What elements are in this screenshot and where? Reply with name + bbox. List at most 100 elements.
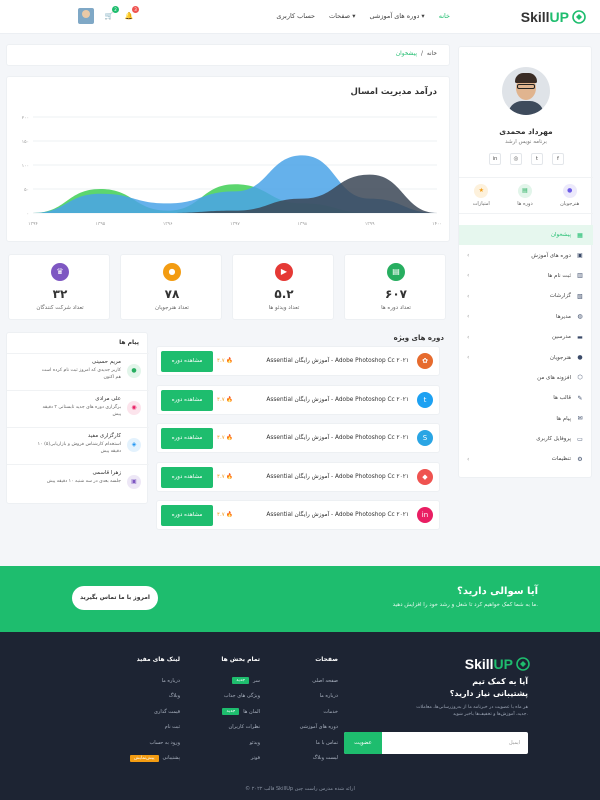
sidebar-item[interactable]: ◍ مدیرها ‹ <box>459 307 593 327</box>
facebook-icon[interactable]: f <box>552 153 564 165</box>
sidebar-item[interactable]: ⬡ افزونه های من <box>459 368 593 388</box>
stat-card: ● ۷۸ تعداد هنرجویان <box>120 254 222 320</box>
footer-link[interactable]: قیمت گذاری <box>130 704 180 720</box>
message-sender: کارگزاری مفید <box>87 433 121 439</box>
rating-value: ۴.۷ <box>217 396 225 403</box>
brand-logo[interactable]: SkillUP <box>521 9 586 25</box>
header-actions: 🛒 2 🔔 3 <box>78 6 139 24</box>
breadcrumb-home[interactable]: خانه <box>427 51 437 57</box>
sidebar-item[interactable]: ▭ پروفایل کاربری <box>459 429 593 449</box>
sidebar-item[interactable]: ⚙ تنظیمات ‹ <box>459 449 593 469</box>
sidebar-item[interactable]: ▧ گزارشات ‹ <box>459 286 593 306</box>
view-course-button[interactable]: مشاهده دوره <box>161 428 213 449</box>
footer-logo[interactable]: SkillUP <box>465 656 530 672</box>
message-item[interactable]: ● مریم حسینی کاربر جدیدی که امروز ثبت نام … <box>7 353 149 389</box>
sidebar-item[interactable]: ▦ پیشخوان <box>459 225 593 246</box>
footer-link[interactable]: خدمات <box>300 704 338 720</box>
footer-link[interactable]: المان ها جدید <box>221 704 260 720</box>
sidebar-item[interactable]: ▬ مدرسین ‹ <box>459 327 593 347</box>
footer-link-text: ویژگی های جذاب <box>223 693 260 700</box>
sidebar-item[interactable]: ▣ دوره های آموزش ‹ <box>459 245 593 265</box>
sidebar-item-icon: ⬡ <box>577 374 583 382</box>
course-row: ◆ Adobe Photoshop Cc ۲۰۲۱ - آموزش رایگان … <box>156 461 440 492</box>
footer-column: تمام بخش ها سر جدید ویژگی های جذاب المان ها ج… <box>221 656 260 766</box>
contact-us-button[interactable]: امروز با ما تماس بگیرید <box>72 586 158 610</box>
view-course-button[interactable]: مشاهده دوره <box>161 351 213 372</box>
footer-link[interactable]: دوره های آموزشی <box>300 720 338 736</box>
footer-link-text: دوره های آموزشی <box>299 724 338 731</box>
fire-icon: 🔥 <box>224 473 234 480</box>
course-rating: ۴.۷ 🔥 <box>217 397 233 403</box>
footer-link[interactable]: پشتیبانی پیش‌نمایش <box>129 751 180 767</box>
course-name[interactable]: Adobe Photoshop Cc ۲۰۲۱ - آموزش رایگان A… <box>266 358 409 364</box>
twitter-icon[interactable]: t <box>531 153 543 165</box>
stat-card-value: ۷۸ <box>164 287 180 301</box>
footer-column-title: لینک های مفید <box>136 656 180 663</box>
footer-link-text: فوتر <box>250 755 260 762</box>
social-links: in ◎ t f <box>489 153 564 165</box>
main-nav: خانه دوره های آموزشی ▾ صفحات ▾ حساب کاربری <box>276 12 450 20</box>
footer-link[interactable]: وبلاگ <box>130 689 180 705</box>
fire-icon: 🔥 <box>224 396 234 403</box>
x-tick-label: ۱۳۹۷ <box>230 221 240 227</box>
top-bar: SkillUP خانه دوره های آموزشی ▾ صفحات ▾ حساب… <box>0 0 600 34</box>
view-course-button[interactable]: مشاهده دوره <box>161 466 213 488</box>
footer-link[interactable]: ویژگی های جذاب <box>221 689 260 705</box>
linkedin-icon[interactable]: in <box>489 153 501 165</box>
instagram-icon[interactable]: ◎ <box>510 153 522 165</box>
course-icon: t <box>417 391 433 408</box>
nav-item[interactable]: صفحات ▾ <box>329 12 355 20</box>
footer-link[interactable]: لیست وبلاگ <box>300 751 338 767</box>
course-name[interactable]: Adobe Photoshop Cc ۲۰۲۱ - آموزش رایگان A… <box>266 474 409 480</box>
footer-link[interactable]: درباره ما <box>130 673 180 689</box>
footer-link[interactable]: ویدئو <box>221 735 260 751</box>
sidebar-item-label: تنظیمات <box>551 456 571 463</box>
chevron-left-icon: ‹ <box>467 313 470 321</box>
footer-link[interactable]: نظرات کاربران <box>221 720 260 736</box>
course-icon: ◆ <box>417 468 433 485</box>
footer-link[interactable]: تماس با ما <box>300 735 338 751</box>
profile-stat[interactable]: ★ امتیازات <box>473 184 490 207</box>
nav-item[interactable]: دوره های آموزشی ▾ <box>370 12 425 20</box>
footer-link-text: ثبت نام <box>164 724 180 731</box>
sidebar-item[interactable]: ✉ پیام ها <box>459 409 593 429</box>
user-avatar[interactable] <box>78 8 94 24</box>
course-name[interactable]: Adobe Photoshop Cc ۲۰۲۱ - آموزش رایگان A… <box>266 512 409 518</box>
email-input[interactable]: ایمیل <box>509 740 520 746</box>
footer-link-text: ویدئو <box>249 739 260 746</box>
footer-link[interactable]: سر جدید <box>221 673 260 689</box>
course-name[interactable]: Adobe Photoshop Cc ۲۰۲۱ - آموزش رایگان A… <box>266 435 409 441</box>
profile-stat[interactable]: ● هنرجویان <box>560 184 579 207</box>
message-item[interactable]: ▣ زهرا قاسمی جلسه بعدی در سه شنبه ۱۰ دقیقه… <box>7 464 149 500</box>
profile-stats: ★ امتیازات ▤ دوره ها ● هنرجویان <box>459 177 593 214</box>
subscribe-button[interactable]: عضویت <box>344 732 382 754</box>
sidebar-item[interactable]: ● هنرجویان ‹ <box>459 347 593 367</box>
bell-icon[interactable]: 🔔 3 <box>124 6 139 21</box>
view-course-button[interactable]: مشاهده دوره <box>161 505 213 526</box>
nav-item[interactable]: حساب کاربری <box>276 12 315 20</box>
course-row: in Adobe Photoshop Cc ۲۰۲۱ - آموزش رایگان… <box>156 500 440 530</box>
profile-stat[interactable]: ▤ دوره ها <box>517 184 533 207</box>
footer-link[interactable]: صفحه اصلی <box>300 673 338 689</box>
footer-link[interactable]: فوتر <box>221 751 260 767</box>
message-item[interactable]: ◉ علی مرادی برگزاری دوره های جدید تابستانی… <box>7 390 149 426</box>
cta-title: آیا سوالی دارید؟ <box>457 586 538 597</box>
brand-name: SkillUP <box>520 9 569 25</box>
cta-subtitle: ما به شما کمک خواهیم کرد تا شغل و رشد خو… <box>392 602 538 608</box>
cart-icon[interactable]: 🛒 2 <box>104 6 119 21</box>
sidebar-item-icon: ▭ <box>577 435 583 443</box>
sidebar-item[interactable]: ▥ ثبت نام ها ‹ <box>459 266 593 286</box>
rating-value: ۴.۷ <box>217 435 225 441</box>
footer-brand-name: SkillUP <box>464 656 513 672</box>
footer-link[interactable]: درباره ما <box>300 689 338 705</box>
message-item[interactable]: ◈ کارگزاری مفید استخدام کارشناس فروش و باز… <box>7 427 149 463</box>
course-row: ✿ Adobe Photoshop Cc ۲۰۲۱ - آموزش رایگان … <box>156 346 440 376</box>
footer-link[interactable]: ثبت نام <box>130 720 180 736</box>
footer-link[interactable]: ورود به حساب <box>130 735 180 751</box>
view-course-button[interactable]: مشاهده دوره <box>161 389 213 411</box>
sidebar-item[interactable]: ✎ قالب ها <box>459 388 593 408</box>
income-area-chart: ۰ ۵۰ ۱۰۰ ۱۵۰ ۲۰۰ ۱۳۹۴ ۱۳۹۵ ۱۳۹۶ ۱۳۹۷ ۱۳۹۸ ۱۳۹۹ ۱۴۰۰ <box>22 116 442 227</box>
course-name[interactable]: Adobe Photoshop Cc ۲۰۲۱ - آموزش رایگان A… <box>266 397 409 403</box>
nav-item[interactable]: خانه <box>439 12 450 20</box>
footer-link-text: ورود به حساب <box>149 739 180 746</box>
